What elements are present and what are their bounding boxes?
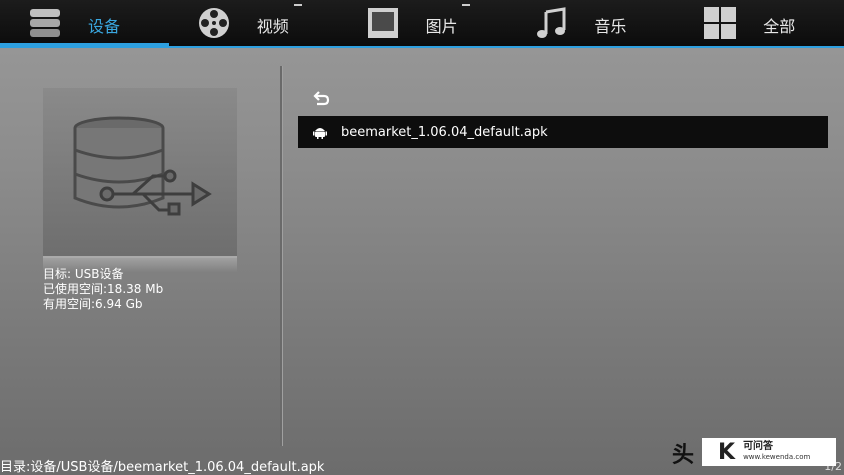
tab-all[interactable]: 全部 [675, 0, 844, 46]
top-tab-bar: 设备 视频 图片 音乐 全部 [0, 0, 844, 46]
tab-pictures[interactable]: 图片 [338, 0, 507, 46]
music-note-icon [537, 7, 566, 38]
grid-icon [704, 7, 737, 39]
watermark-site-name: 可问答 [743, 441, 774, 452]
device-info: 目标: USB设备 已使用空间:18.38 Mb 有用空间:6.94 Gb [43, 267, 163, 312]
tab-label: 音乐 [594, 17, 627, 36]
tab-video[interactable]: 视频 [169, 0, 338, 46]
watermark-logo: K 可问答 www.kewenda.com [702, 438, 836, 466]
storage-icon [30, 9, 60, 37]
watermark-site-url: www.kewenda.com [743, 453, 811, 461]
tab-label: 图片 [425, 17, 458, 36]
film-reel-icon [198, 8, 229, 38]
tab-indicator-dash [293, 4, 302, 6]
current-path: 目录:设备/USB设备/beemarket_1.06.04_default.ap… [0, 460, 325, 475]
tab-device[interactable]: 设备 [0, 0, 169, 46]
file-name: beemarket_1.06.04_default.apk [341, 124, 548, 140]
tab-music[interactable]: 音乐 [506, 0, 675, 46]
device-free-space: 有用空间:6.94 Gb [43, 297, 143, 311]
usb-storage-icon [73, 116, 212, 216]
picture-frame-icon [367, 8, 398, 38]
watermark-head: 头 [672, 443, 695, 468]
panel-divider [280, 66, 282, 446]
device-panel: 目标: USB设备 已使用空间:18.38 Mb 有用空间:6.94 Gb [0, 48, 280, 475]
back-arrow-icon[interactable] [312, 90, 330, 108]
tab-indicator-dash [462, 4, 471, 6]
device-card[interactable] [43, 88, 237, 258]
device-used-space: 已使用空间:18.38 Mb [43, 282, 164, 296]
android-icon [313, 128, 327, 139]
device-target: 目标: USB设备 [43, 267, 124, 281]
tab-label: 全部 [763, 17, 796, 36]
tab-label: 视频 [256, 17, 289, 36]
file-list-item[interactable]: beemarket_1.06.04_default.apk [298, 116, 828, 148]
tab-label: 设备 [88, 17, 121, 36]
watermark-k-logo: K [718, 439, 736, 465]
